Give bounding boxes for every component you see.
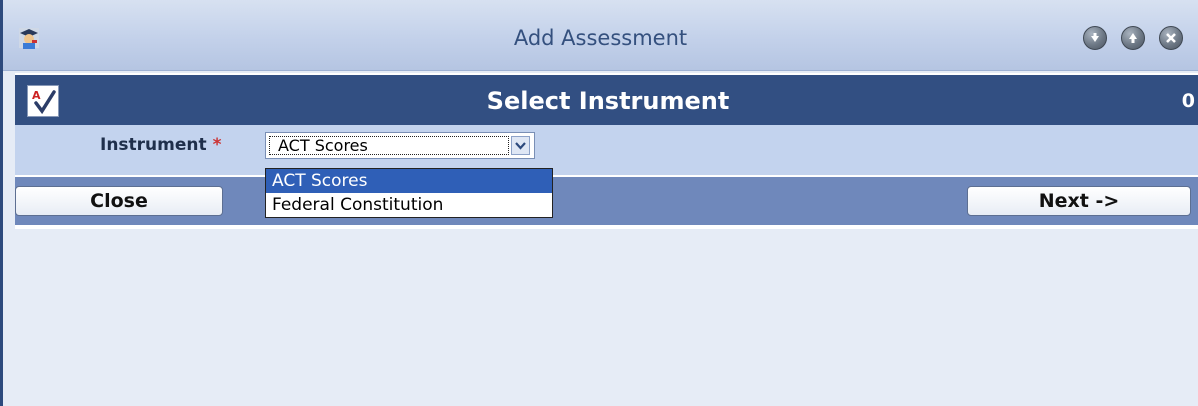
close-icon xyxy=(1166,33,1176,43)
dropdown-option[interactable]: ACT Scores xyxy=(266,169,552,193)
expand-button[interactable] xyxy=(1121,26,1145,50)
arrow-up-icon xyxy=(1129,33,1137,43)
instrument-select[interactable]: ACT Scores xyxy=(265,132,535,159)
dropdown-option[interactable]: Federal Constitution xyxy=(266,193,552,217)
close-window-button[interactable] xyxy=(1159,26,1183,50)
select-instrument-panel: A Select Instrument 0 Instrument * Close … xyxy=(15,73,1198,233)
panel-title: Select Instrument xyxy=(486,87,730,115)
required-marker: * xyxy=(212,135,222,155)
close-button[interactable]: Close xyxy=(15,186,223,216)
dropdown-arrow-button[interactable] xyxy=(511,136,530,155)
window-titlebar[interactable]: Add Assessment xyxy=(3,0,1198,71)
action-bar: Close Next -> xyxy=(15,177,1198,225)
next-button[interactable]: Next -> xyxy=(967,186,1191,216)
panel-header: A Select Instrument 0 xyxy=(15,73,1198,127)
collapse-button[interactable] xyxy=(1083,26,1107,50)
instrument-select-value: ACT Scores xyxy=(269,136,509,155)
arrow-down-icon xyxy=(1091,33,1099,42)
instrument-form-row: Instrument * xyxy=(15,125,1198,177)
chevron-down-icon xyxy=(515,141,526,150)
add-assessment-window: Add Assessment A Select Instrument 0 Ins… xyxy=(0,0,1198,406)
panel-divider xyxy=(15,225,1198,229)
instrument-label-text: Instrument xyxy=(100,135,207,155)
window-title: Add Assessment xyxy=(513,26,688,50)
instrument-label: Instrument * xyxy=(100,135,222,155)
panel-count: 0 xyxy=(1181,90,1195,112)
instrument-dropdown-list[interactable]: ACT Scores Federal Constitution xyxy=(265,168,553,218)
